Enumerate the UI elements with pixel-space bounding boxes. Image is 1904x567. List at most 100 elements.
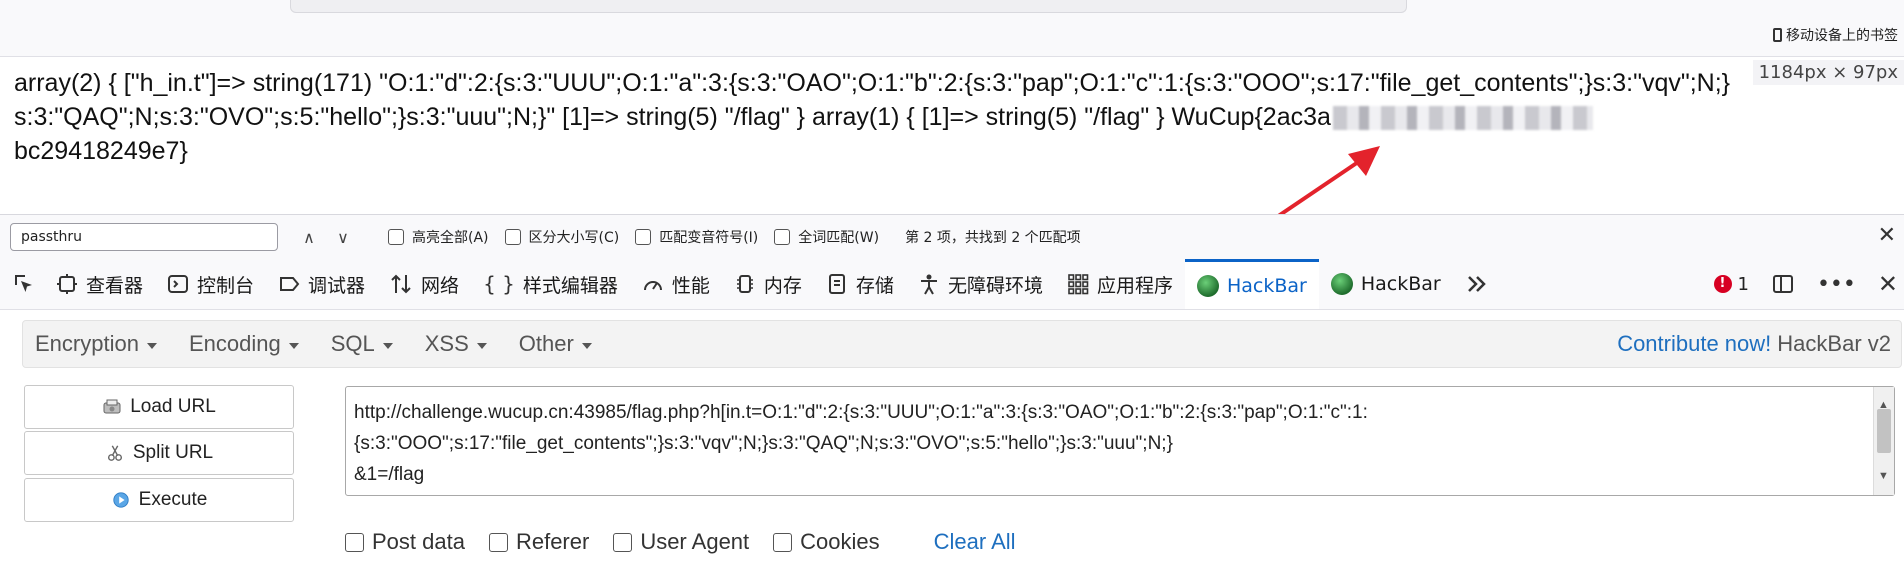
menu-other[interactable]: Other xyxy=(519,331,592,357)
inspector-icon xyxy=(57,274,77,294)
tab-performance[interactable]: 性能 xyxy=(630,259,722,309)
clear-all-link[interactable]: Clear All xyxy=(934,529,1016,555)
contribute-link[interactable]: Contribute now! xyxy=(1617,331,1771,357)
menu-encoding-label: Encoding xyxy=(188,331,281,356)
url-line-3: &1=/flag xyxy=(354,464,425,485)
find-next-button[interactable]: ∨ xyxy=(326,228,360,247)
menu-sql-label: SQL xyxy=(330,331,375,356)
hackbar-panel: Encryption Encoding SQL XSS Other Contri… xyxy=(0,310,1904,567)
hackbar-version: HackBar v2 xyxy=(1777,331,1891,356)
devtools-right-controls: ! 1 ••• ✕ xyxy=(1713,259,1898,309)
menu-sql[interactable]: SQL xyxy=(331,331,393,357)
user-agent-checkbox[interactable]: User Agent xyxy=(613,529,749,555)
dock-toggle-icon[interactable] xyxy=(1771,273,1795,295)
referer-checkbox[interactable]: Referer xyxy=(488,529,589,555)
scrollbar-thumb[interactable] xyxy=(1877,409,1891,453)
highlight-all-checkbox[interactable]: 高亮全部(A) xyxy=(388,227,489,247)
tab-network[interactable]: 网络 xyxy=(377,259,471,309)
tab-memory-label: 内存 xyxy=(763,274,802,297)
whole-words-box[interactable] xyxy=(774,229,791,245)
menu-encryption[interactable]: Encryption xyxy=(35,331,157,357)
split-url-button[interactable]: Split URL xyxy=(24,431,294,475)
menu-xss[interactable]: XSS xyxy=(425,331,487,357)
url-scrollbar[interactable]: ▲ ▼ xyxy=(1873,387,1894,495)
address-bar[interactable] xyxy=(290,0,1407,13)
play-icon xyxy=(113,492,129,508)
match-diacritics-checkbox[interactable]: 匹配变音符号(I) xyxy=(635,227,758,247)
post-data-checkbox[interactable]: Post data xyxy=(345,529,465,555)
post-data-label: Post data xyxy=(372,529,465,554)
tab-console-label: 控制台 xyxy=(197,274,255,297)
tab-style-editor[interactable]: { } 样式编辑器 xyxy=(471,259,630,309)
output-line-3: bc29418249e7} xyxy=(14,137,188,165)
redacted-flag-segment xyxy=(1332,106,1593,131)
style-editor-icon: { } xyxy=(483,272,515,296)
execute-label: Execute xyxy=(138,489,208,510)
element-picker-button[interactable] xyxy=(0,259,44,309)
menu-encoding[interactable]: Encoding xyxy=(189,331,299,357)
network-icon xyxy=(391,274,411,294)
referer-box[interactable] xyxy=(488,532,508,552)
picker-icon xyxy=(15,275,32,292)
contribute-area: Contribute now! HackBar v2 xyxy=(1617,321,1891,367)
storage-icon xyxy=(828,274,845,294)
close-devtools-icon[interactable]: ✕ xyxy=(1878,270,1898,298)
chevron-down-icon xyxy=(476,342,487,349)
url-textarea[interactable]: http://challenge.wucup.cn:43985/flag.php… xyxy=(345,386,1895,496)
mobile-bookmarks-label: 移动设备上的书签 xyxy=(1786,28,1898,44)
find-input[interactable]: passthru xyxy=(10,223,278,251)
devtools-tabbar: 查看器 控制台 调试器 网络 { } 样式编辑器 性能 内存 存储 无障碍环境 … xyxy=(0,259,1904,310)
tab-memory[interactable]: 内存 xyxy=(722,259,814,309)
mobile-bookmarks-button[interactable]: 移动设备上的书签 xyxy=(1773,22,1904,48)
tab-application[interactable]: 应用程序 xyxy=(1055,259,1185,309)
hackbar-icon xyxy=(1196,274,1219,297)
load-url-button[interactable]: Load URL xyxy=(24,385,294,429)
cookies-checkbox[interactable]: Cookies xyxy=(773,529,880,555)
element-size-tooltip: 1184px × 97px xyxy=(1752,60,1904,85)
tab-console[interactable]: 控制台 xyxy=(155,259,266,309)
tab-application-label: 应用程序 xyxy=(1096,274,1173,297)
double-chevron-right-icon xyxy=(1467,276,1486,292)
error-count-badge[interactable]: ! 1 xyxy=(1713,273,1749,295)
match-diacritics-box[interactable] xyxy=(635,229,652,245)
tab-hackbar-2[interactable]: HackBar xyxy=(1319,259,1453,309)
browser-toolbar: 移动设备上的书签 xyxy=(0,0,1904,57)
post-data-box[interactable] xyxy=(345,532,364,552)
execute-button[interactable]: Execute xyxy=(24,478,294,522)
more-tabs-button[interactable] xyxy=(1453,259,1501,309)
find-previous-button[interactable]: ∧ xyxy=(292,228,326,247)
console-icon xyxy=(168,275,189,293)
find-status: 第 2 项，共找到 2 个匹配项 xyxy=(905,230,1081,246)
scroll-down-icon[interactable]: ▼ xyxy=(1878,461,1889,492)
application-icon xyxy=(1068,274,1089,295)
menu-xss-label: XSS xyxy=(424,331,469,356)
tab-storage[interactable]: 存储 xyxy=(814,259,906,309)
more-options-icon[interactable]: ••• xyxy=(1817,272,1856,297)
user-agent-box[interactable] xyxy=(613,532,633,552)
match-case-box[interactable] xyxy=(504,229,521,245)
tab-style-editor-label: 样式编辑器 xyxy=(522,274,618,297)
tab-storage-label: 存储 xyxy=(855,274,894,297)
chevron-down-icon xyxy=(146,342,157,349)
hackbar-options: Post data Referer User Agent Cookies Cle… xyxy=(345,524,1016,560)
tab-inspector[interactable]: 查看器 xyxy=(44,259,155,309)
split-url-label: Split URL xyxy=(132,442,214,463)
tab-debugger[interactable]: 调试器 xyxy=(266,259,377,309)
page-output: array(2) { ["h_in.t"]=> string(171) "O:1… xyxy=(14,66,1894,168)
output-line-1: array(2) { ["h_in.t"]=> string(171) "O:1… xyxy=(14,69,1731,97)
cookies-box[interactable] xyxy=(773,532,793,552)
tab-hackbar-label: HackBar xyxy=(1226,274,1307,297)
tab-network-label: 网络 xyxy=(421,274,460,297)
error-count: 1 xyxy=(1737,273,1749,295)
tab-accessibility-label: 无障碍环境 xyxy=(947,274,1043,297)
tab-accessibility[interactable]: 无障碍环境 xyxy=(906,259,1055,309)
highlight-all-box[interactable] xyxy=(388,229,404,245)
tab-hackbar-active[interactable]: HackBar xyxy=(1184,259,1319,309)
output-line-2: s:3:"QAQ";N;s:3:"OVO";s:5:"hello";}s:3:"… xyxy=(14,103,1331,131)
chevron-down-icon xyxy=(382,342,393,349)
menu-encryption-label: Encryption xyxy=(35,331,139,356)
match-case-checkbox[interactable]: 区分大小写(C) xyxy=(504,227,619,247)
whole-words-checkbox[interactable]: 全词匹配(W) xyxy=(774,227,879,247)
find-bar: passthru ∧ ∨ 高亮全部(A) 区分大小写(C) 匹配变音符号(I) … xyxy=(0,214,1904,260)
close-icon[interactable]: ✕ xyxy=(1878,223,1896,248)
